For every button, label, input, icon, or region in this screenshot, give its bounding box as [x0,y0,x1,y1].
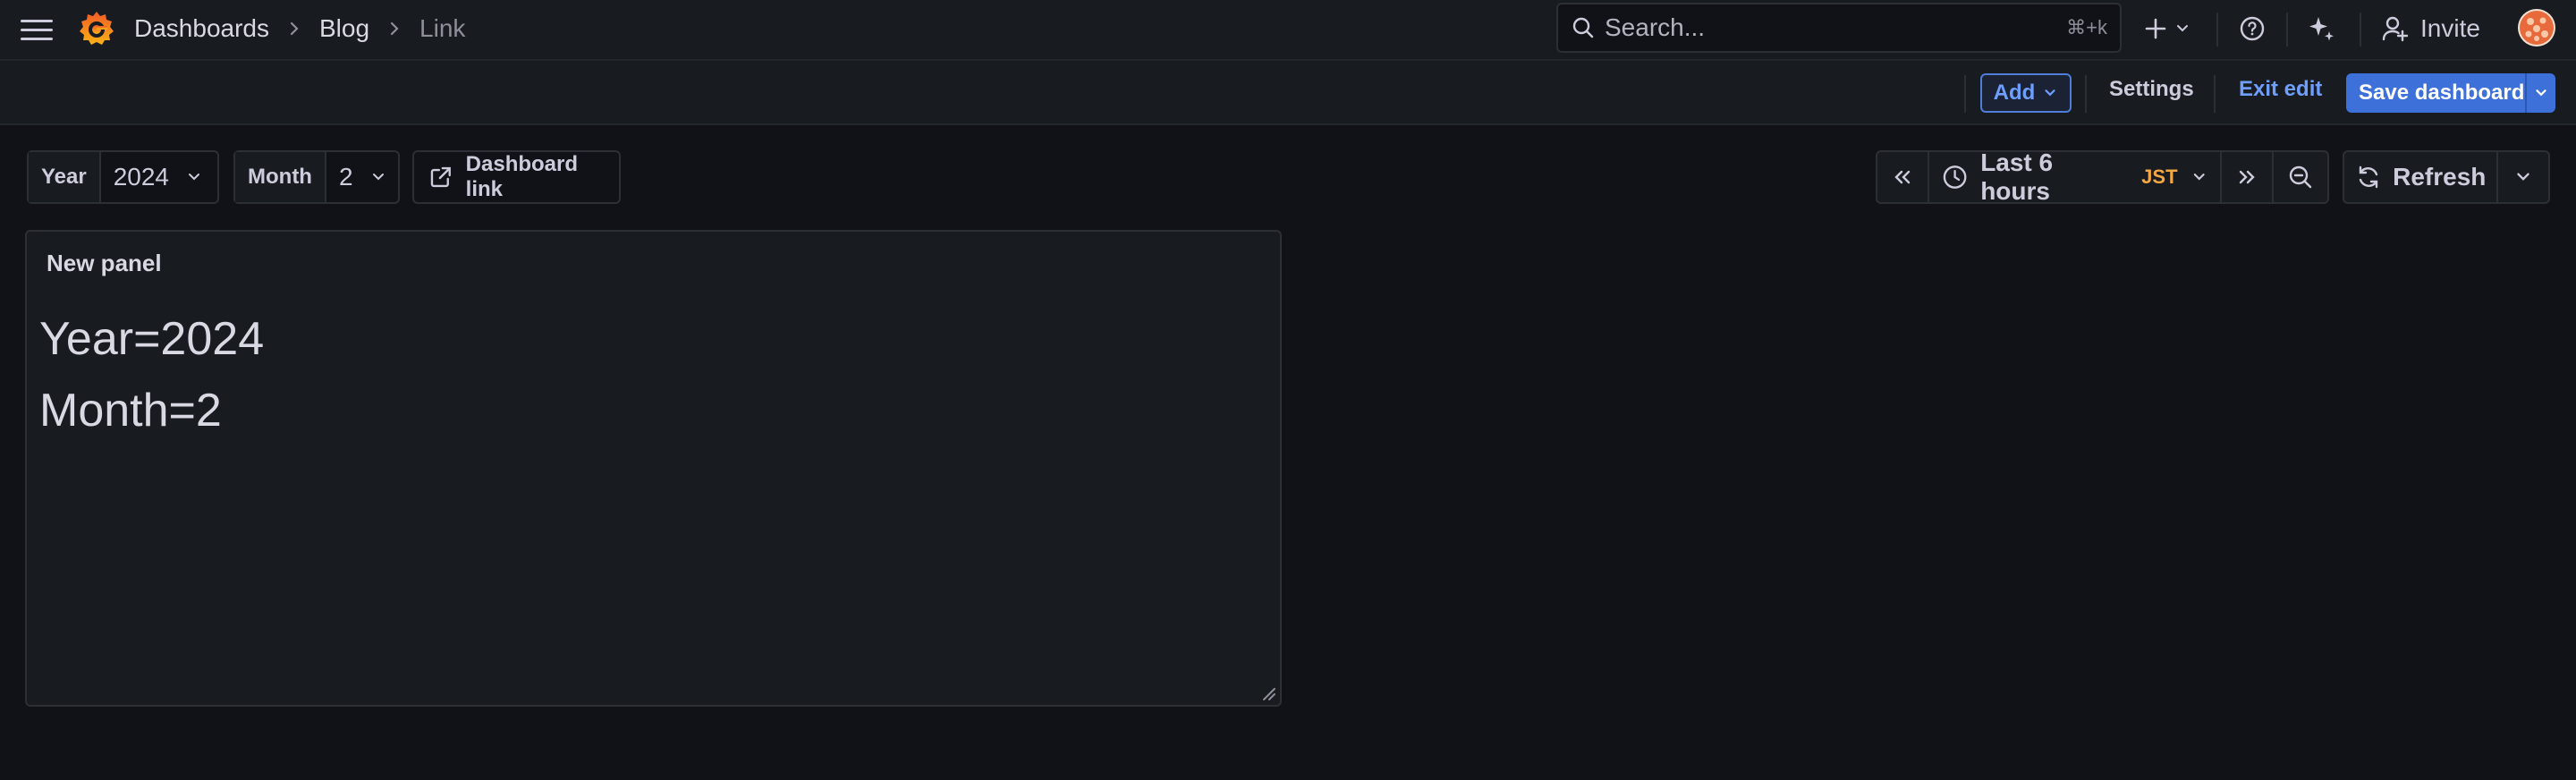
settings-button[interactable]: Settings [2109,77,2194,102]
panel-content: Year=2024 Month=2 [39,303,264,446]
year-variable: Year 2024 [27,150,219,204]
menu-icon[interactable] [20,16,54,45]
panel-line-year: Year=2024 [39,313,265,365]
dashboard-link-button[interactable]: Dashboard link [412,150,621,204]
save-label: Save dashboard [2359,81,2525,105]
month-value: 2 [338,163,353,191]
chevron-right-icon [290,21,299,36]
chevron-down-icon [2193,174,2205,181]
chevron-down-icon [2177,25,2188,32]
chevron-double-right-icon [2239,170,2255,184]
search-icon [1572,17,1594,38]
breadcrumb: Dashboards Blog Link [134,13,465,45]
time-range-picker[interactable]: Last 6 hours JST [1929,148,2222,205]
search-placeholder: Search... [1605,13,1706,41]
search-input[interactable]: Search... ⌘+k [1556,3,2122,53]
invite-user-icon [2382,16,2409,42]
new-menu-button[interactable] [2143,13,2191,45]
dashboard-toolbar: Add Settings Exit edit Save dashboard [0,61,2576,125]
save-options-button[interactable] [2525,73,2555,113]
zoom-out-button[interactable] [2274,152,2327,202]
help-button[interactable] [2238,13,2267,45]
time-range-label: Last 6 hours [1980,148,2054,205]
external-link-icon [430,166,451,188]
zoom-out-icon [2289,165,2312,189]
help-icon [2240,16,2265,41]
toolbar-divider [1964,75,1966,113]
search-shortcut: ⌘+k [2066,16,2107,38]
toolbar-divider [2085,75,2087,113]
time-shift-back-button[interactable] [1877,152,1929,202]
refresh-interval-button[interactable] [2498,152,2548,202]
plus-icon [2145,18,2166,39]
timezone-badge: JST [2141,165,2178,188]
nav-divider [2286,13,2288,47]
save-dashboard-button[interactable]: Save dashboard [2346,73,2555,113]
panel-title[interactable]: New panel [47,250,162,277]
chevron-down-icon [372,174,384,181]
month-select[interactable]: 2 [326,152,400,202]
invite-label: Invite [2420,14,2480,42]
text-panel[interactable]: New panel Year=2024 Month=2 [25,230,1282,707]
year-value: 2024 [113,163,170,191]
nav-divider [2360,13,2361,47]
toolbar-divider [2214,75,2216,113]
grafana-logo-icon[interactable] [77,9,116,48]
dashboard-link-label: Dashboard link [465,152,579,201]
chevron-right-icon [390,21,399,36]
invite-button[interactable]: Invite [2381,11,2480,47]
month-variable-label: Month [235,152,326,202]
nav-divider [2216,13,2218,47]
breadcrumb-blog[interactable]: Blog [319,14,369,43]
year-variable-label: Year [29,152,101,202]
chevron-double-left-icon [1894,170,1911,184]
refresh-button[interactable]: Refresh [2344,152,2499,202]
refresh-group: Refresh [2343,150,2550,204]
top-nav: Dashboards Blog Link Search... ⌘+k Invit… [0,0,2576,61]
resize-handle-icon[interactable] [1260,685,1276,701]
year-select[interactable]: 2024 [101,152,216,202]
assistant-button[interactable] [2306,13,2336,45]
chevron-down-icon [189,174,200,181]
panel-line-month: Month=2 [39,385,222,437]
breadcrumb-dashboards[interactable]: Dashboards [134,14,269,43]
add-button[interactable]: Add [1980,73,2072,113]
chevron-down-icon [2536,89,2546,97]
chevron-down-icon [2045,89,2055,97]
month-variable: Month 2 [233,150,400,204]
exit-edit-button[interactable]: Exit edit [2239,77,2322,102]
add-label: Add [1993,81,2036,105]
avatar[interactable] [2518,9,2555,47]
refresh-label: Refresh [2393,163,2487,191]
time-shift-forward-button[interactable] [2222,152,2274,202]
sparkle-icon [2309,17,2334,41]
clock-icon [1943,165,1967,189]
breadcrumb-link: Link [419,14,466,42]
refresh-icon [2359,165,2378,189]
chevron-down-icon [2517,173,2529,181]
time-picker-group: Last 6 hours JST [1876,148,2329,205]
